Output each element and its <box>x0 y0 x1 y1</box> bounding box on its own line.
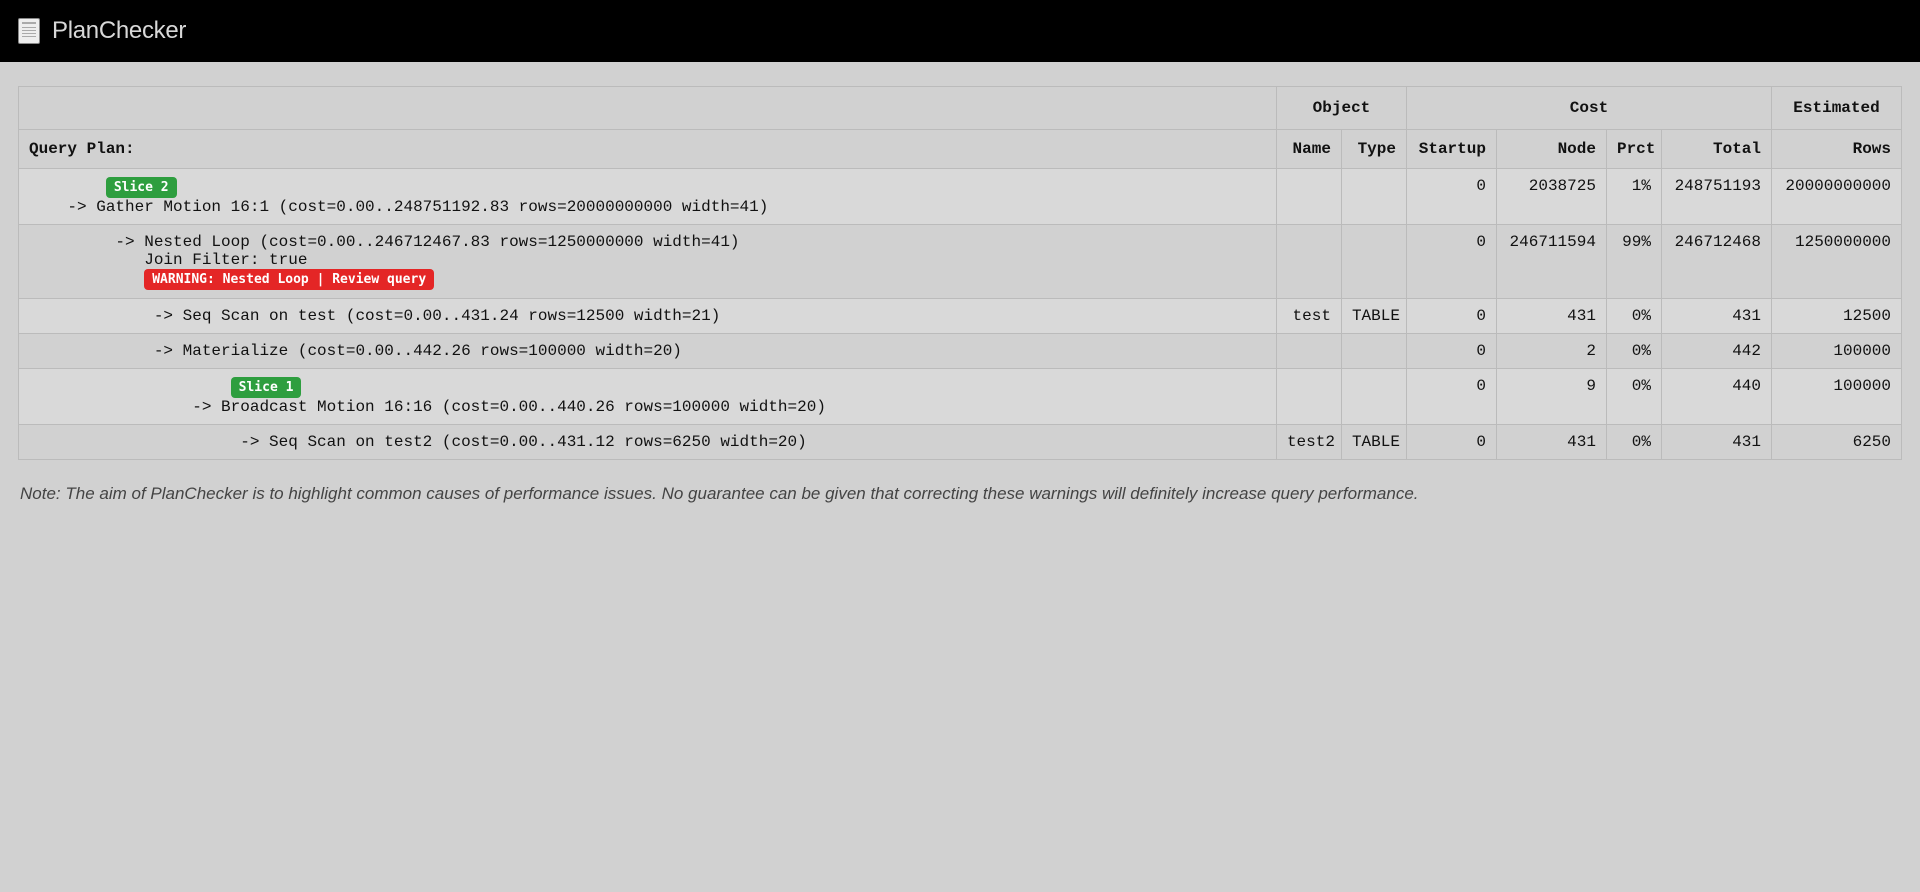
header-query-plan: Query Plan: <box>19 130 1277 169</box>
cell-rows: 20000000000 <box>1772 169 1902 225</box>
plan-cell: -> Seq Scan on test2 (cost=0.00..431.12 … <box>19 425 1277 460</box>
cell-name <box>1276 334 1341 369</box>
cell-startup: 0 <box>1406 225 1496 299</box>
cell-name: test <box>1276 299 1341 334</box>
cell-node: 431 <box>1496 299 1606 334</box>
app-title: PlanChecker <box>52 17 186 45</box>
cell-rows: 6250 <box>1772 425 1902 460</box>
cell-type <box>1341 334 1406 369</box>
header-startup: Startup <box>1406 130 1496 169</box>
cell-type: TABLE <box>1341 299 1406 334</box>
table-row: -> Seq Scan on test2 (cost=0.00..431.12 … <box>19 425 1902 460</box>
warning-badge: WARNING: Nested Loop | Review query <box>144 269 434 290</box>
app-logo-icon <box>18 18 40 44</box>
slice-badge: Slice 2 <box>106 177 177 198</box>
cell-node: 431 <box>1496 425 1606 460</box>
header-blank <box>19 87 1277 130</box>
cell-name: test2 <box>1276 425 1341 460</box>
slice-badge: Slice 1 <box>231 377 302 398</box>
cell-total: 440 <box>1661 369 1771 425</box>
table-header-groups: Object Cost Estimated <box>19 87 1902 130</box>
plan-body: Slice 2 -> Gather Motion 16:1 (cost=0.00… <box>19 169 1902 460</box>
cell-startup: 0 <box>1406 299 1496 334</box>
cell-type <box>1341 169 1406 225</box>
cell-node: 9 <box>1496 369 1606 425</box>
content-wrap: Object Cost Estimated Query Plan: Name T… <box>0 62 1920 532</box>
cell-prct: 0% <box>1606 299 1661 334</box>
cell-rows: 100000 <box>1772 334 1902 369</box>
plan-cell: -> Nested Loop (cost=0.00..246712467.83 … <box>19 225 1277 299</box>
top-bar: PlanChecker <box>0 0 1920 62</box>
cell-node: 246711594 <box>1496 225 1606 299</box>
header-group-estimated: Estimated <box>1772 87 1902 130</box>
cell-name <box>1276 169 1341 225</box>
header-group-object: Object <box>1276 87 1406 130</box>
plan-table: Object Cost Estimated Query Plan: Name T… <box>18 86 1902 460</box>
table-header-cols: Query Plan: Name Type Startup Node Prct … <box>19 130 1902 169</box>
header-node: Node <box>1496 130 1606 169</box>
cell-prct: 0% <box>1606 334 1661 369</box>
cell-rows: 1250000000 <box>1772 225 1902 299</box>
cell-total: 248751193 <box>1661 169 1771 225</box>
cell-name <box>1276 225 1341 299</box>
plan-cell: Slice 1 -> Broadcast Motion 16:16 (cost=… <box>19 369 1277 425</box>
plan-cell: -> Materialize (cost=0.00..442.26 rows=1… <box>19 334 1277 369</box>
table-row: -> Nested Loop (cost=0.00..246712467.83 … <box>19 225 1902 299</box>
cell-startup: 0 <box>1406 369 1496 425</box>
cell-prct: 0% <box>1606 369 1661 425</box>
cell-type <box>1341 225 1406 299</box>
cell-prct: 0% <box>1606 425 1661 460</box>
cell-startup: 0 <box>1406 169 1496 225</box>
cell-type: TABLE <box>1341 425 1406 460</box>
header-group-cost: Cost <box>1406 87 1771 130</box>
header-prct: Prct <box>1606 130 1661 169</box>
footer-note: Note: The aim of PlanChecker is to highl… <box>18 460 1902 508</box>
cell-type <box>1341 369 1406 425</box>
table-row: -> Seq Scan on test (cost=0.00..431.24 r… <box>19 299 1902 334</box>
cell-prct: 1% <box>1606 169 1661 225</box>
cell-prct: 99% <box>1606 225 1661 299</box>
cell-total: 246712468 <box>1661 225 1771 299</box>
cell-total: 442 <box>1661 334 1771 369</box>
cell-total: 431 <box>1661 425 1771 460</box>
table-row: Slice 1 -> Broadcast Motion 16:16 (cost=… <box>19 369 1902 425</box>
plan-cell: Slice 2 -> Gather Motion 16:1 (cost=0.00… <box>19 169 1277 225</box>
cell-name <box>1276 369 1341 425</box>
cell-startup: 0 <box>1406 334 1496 369</box>
header-total: Total <box>1661 130 1771 169</box>
cell-node: 2038725 <box>1496 169 1606 225</box>
plan-cell: -> Seq Scan on test (cost=0.00..431.24 r… <box>19 299 1277 334</box>
table-row: -> Materialize (cost=0.00..442.26 rows=1… <box>19 334 1902 369</box>
cell-rows: 100000 <box>1772 369 1902 425</box>
header-type: Type <box>1341 130 1406 169</box>
cell-node: 2 <box>1496 334 1606 369</box>
cell-total: 431 <box>1661 299 1771 334</box>
cell-rows: 12500 <box>1772 299 1902 334</box>
cell-startup: 0 <box>1406 425 1496 460</box>
header-name: Name <box>1276 130 1341 169</box>
table-row: Slice 2 -> Gather Motion 16:1 (cost=0.00… <box>19 169 1902 225</box>
header-rows: Rows <box>1772 130 1902 169</box>
